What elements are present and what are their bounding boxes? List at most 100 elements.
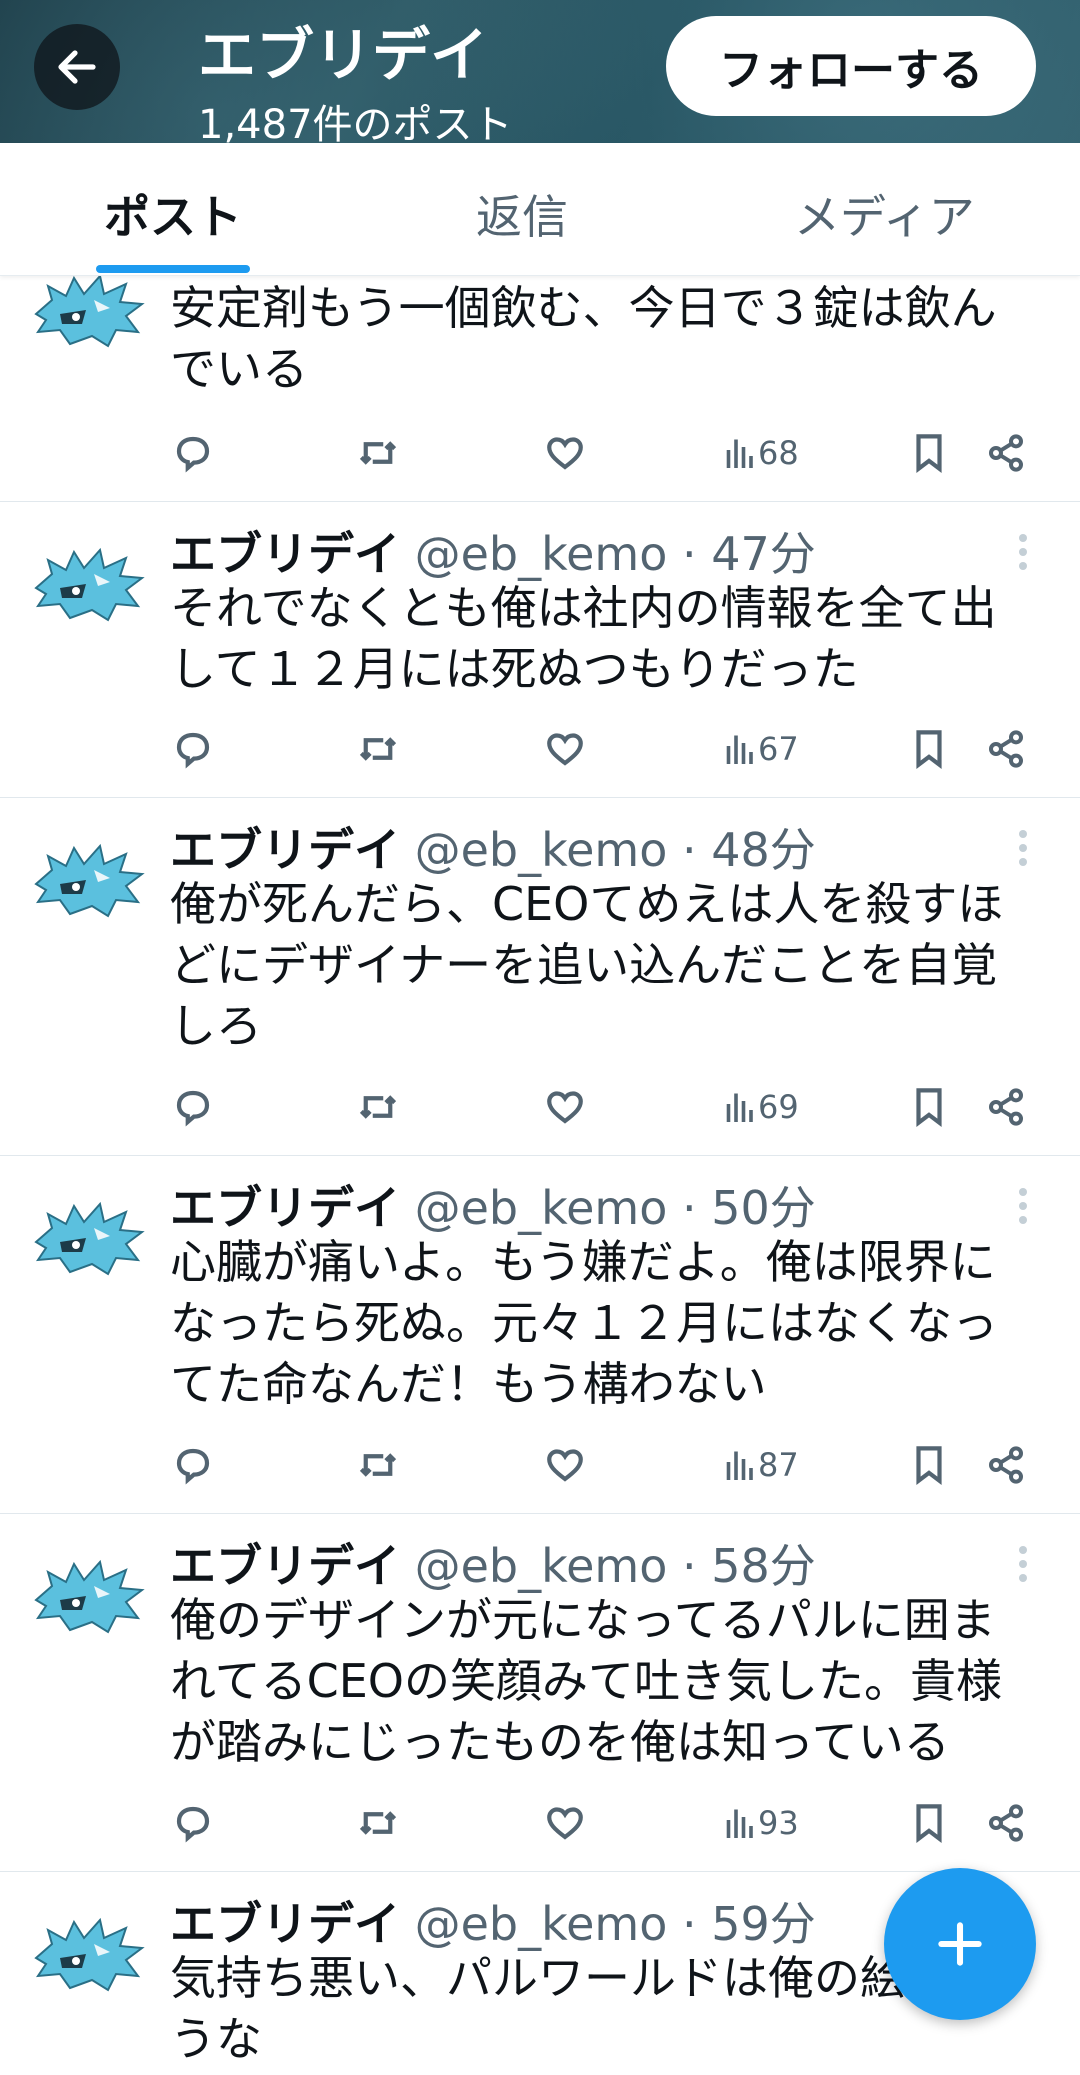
tweet-header: エブリデイ @eb_kemo · 48分	[170, 814, 816, 880]
display-name[interactable]: エブリデイ	[170, 823, 400, 877]
separator-dot: ·	[682, 1539, 697, 1593]
more-vertical-icon[interactable]	[1016, 1188, 1030, 1230]
plus-icon	[938, 1922, 982, 1966]
share-icon	[989, 1804, 1023, 1842]
display-name[interactable]: エブリデイ	[170, 527, 400, 581]
views-button[interactable]: 87	[724, 1440, 799, 1490]
compose-button[interactable]	[884, 1868, 1036, 2020]
views-count: 87	[758, 1446, 799, 1484]
tweet-text: 安定剤もう一個飲む、今日で３錠は飲んでいる	[170, 281, 997, 396]
share-button[interactable]	[986, 428, 1026, 478]
more-vertical-icon[interactable]	[1016, 1546, 1030, 1588]
tweet[interactable]: 安定剤もう一個飲む、今日で３錠は飲んでいる 68	[0, 240, 1080, 502]
views-count: 68	[758, 434, 799, 472]
tweet[interactable]: エブリデイ @eb_kemo · 47分 それでなくとも俺は社内の情報を全て出し…	[0, 502, 1080, 798]
bookmark-button[interactable]	[910, 724, 948, 774]
retweet-button[interactable]	[356, 724, 400, 774]
handle[interactable]: @eb_kemo	[415, 1897, 668, 1951]
tweet-actions: 68	[0, 428, 1080, 478]
tab-posts[interactable]: ポスト	[104, 181, 242, 247]
share-icon	[989, 730, 1023, 768]
reply-button[interactable]	[172, 428, 214, 478]
heart-icon	[547, 1091, 583, 1124]
separator-dot: ·	[682, 527, 697, 581]
tweet[interactable]: エブリデイ @eb_kemo · 58分 俺のデザインが元になってるパルに囲まれ…	[0, 1514, 1080, 1872]
timestamp[interactable]: 47分	[711, 527, 816, 581]
more-vertical-icon[interactable]	[1016, 830, 1030, 872]
tweet-actions: 69	[0, 1082, 1080, 1132]
post-count: 1,487件のポスト	[198, 102, 513, 143]
tweet[interactable]: エブリデイ @eb_kemo · 48分 俺が死んだら、CEOてめえは人を殺すほ…	[0, 798, 1080, 1156]
retweet-button[interactable]	[356, 1082, 400, 1132]
views-icon	[726, 1451, 753, 1480]
bookmark-icon	[916, 1446, 942, 1485]
timestamp[interactable]: 59分	[711, 1897, 816, 1951]
bookmark-button[interactable]	[910, 428, 948, 478]
like-button[interactable]	[544, 1798, 586, 1848]
like-button[interactable]	[544, 1082, 586, 1132]
bookmark-icon	[916, 730, 942, 769]
separator-dot: ·	[682, 1181, 697, 1235]
reply-button[interactable]	[172, 1440, 214, 1490]
retweet-button[interactable]	[356, 428, 400, 478]
handle[interactable]: @eb_kemo	[415, 823, 668, 877]
tab-replies[interactable]: 返信	[476, 181, 568, 247]
like-button[interactable]	[544, 1440, 586, 1490]
avatar[interactable]	[30, 1198, 146, 1278]
bookmark-button[interactable]	[910, 1082, 948, 1132]
handle[interactable]: @eb_kemo	[415, 527, 668, 581]
bookmark-icon	[916, 1804, 942, 1843]
retweet-button[interactable]	[356, 1798, 400, 1848]
reply-icon	[176, 732, 210, 769]
timestamp[interactable]: 50分	[711, 1181, 816, 1235]
tweet-header: エブリデイ @eb_kemo · 58分	[170, 1530, 816, 1596]
handle[interactable]: @eb_kemo	[415, 1181, 668, 1235]
share-button[interactable]	[986, 724, 1026, 774]
avatar[interactable]	[30, 1914, 146, 1994]
tweet-header: エブリデイ @eb_kemo · 50分	[170, 1172, 816, 1238]
back-button[interactable]	[34, 24, 120, 110]
reply-button[interactable]	[172, 1082, 214, 1132]
display-name[interactable]: エブリデイ	[170, 1181, 400, 1235]
like-button[interactable]	[544, 724, 586, 774]
views-icon	[726, 735, 753, 764]
views-button[interactable]: 69	[724, 1082, 799, 1132]
follow-button[interactable]: フォローする	[666, 16, 1036, 116]
heart-icon	[547, 1807, 583, 1840]
tweet-text: それでなくとも俺は社内の情報を全て出して１２月には死ぬつもりだった	[170, 581, 997, 696]
views-button[interactable]: 93	[724, 1798, 799, 1848]
reply-icon	[176, 1090, 210, 1127]
avatar[interactable]	[30, 840, 146, 920]
display-name[interactable]: エブリデイ	[170, 1539, 400, 1593]
bookmark-button[interactable]	[910, 1798, 948, 1848]
retweet-icon	[359, 737, 397, 761]
more-vertical-icon[interactable]	[1016, 534, 1030, 576]
separator-dot: ·	[682, 823, 697, 877]
avatar[interactable]	[30, 1556, 146, 1636]
views-button[interactable]: 67	[724, 724, 799, 774]
tweet-text: 俺のデザインが元になってるパルに囲まれてるCEOの笑顔みて吐き気した。貴様が踏み…	[170, 1593, 1003, 1769]
share-icon	[989, 1446, 1023, 1484]
reply-button[interactable]	[172, 724, 214, 774]
profile-tabs: ポスト 返信 メディア	[0, 143, 1080, 276]
avatar[interactable]	[30, 544, 146, 624]
timestamp[interactable]: 58分	[711, 1539, 816, 1593]
tab-media[interactable]: メディア	[794, 181, 975, 247]
reply-button[interactable]	[172, 1798, 214, 1848]
timestamp[interactable]: 48分	[711, 823, 816, 877]
like-button[interactable]	[544, 428, 586, 478]
views-count: 67	[758, 730, 799, 768]
avatar[interactable]	[30, 270, 146, 350]
retweet-button[interactable]	[356, 1440, 400, 1490]
views-icon	[726, 439, 753, 468]
share-button[interactable]	[986, 1082, 1026, 1132]
share-button[interactable]	[986, 1440, 1026, 1490]
tweet[interactable]: エブリデイ @eb_kemo · 50分 心臓が痛いよ。もう嫌だよ。俺は限界にな…	[0, 1156, 1080, 1514]
bookmark-button[interactable]	[910, 1440, 948, 1490]
share-button[interactable]	[986, 1798, 1026, 1848]
views-button[interactable]: 68	[724, 428, 799, 478]
tweet-actions: 67	[0, 724, 1080, 774]
tweet-header: エブリデイ @eb_kemo · 47分	[170, 518, 816, 584]
display-name[interactable]: エブリデイ	[170, 1897, 400, 1951]
handle[interactable]: @eb_kemo	[415, 1539, 668, 1593]
